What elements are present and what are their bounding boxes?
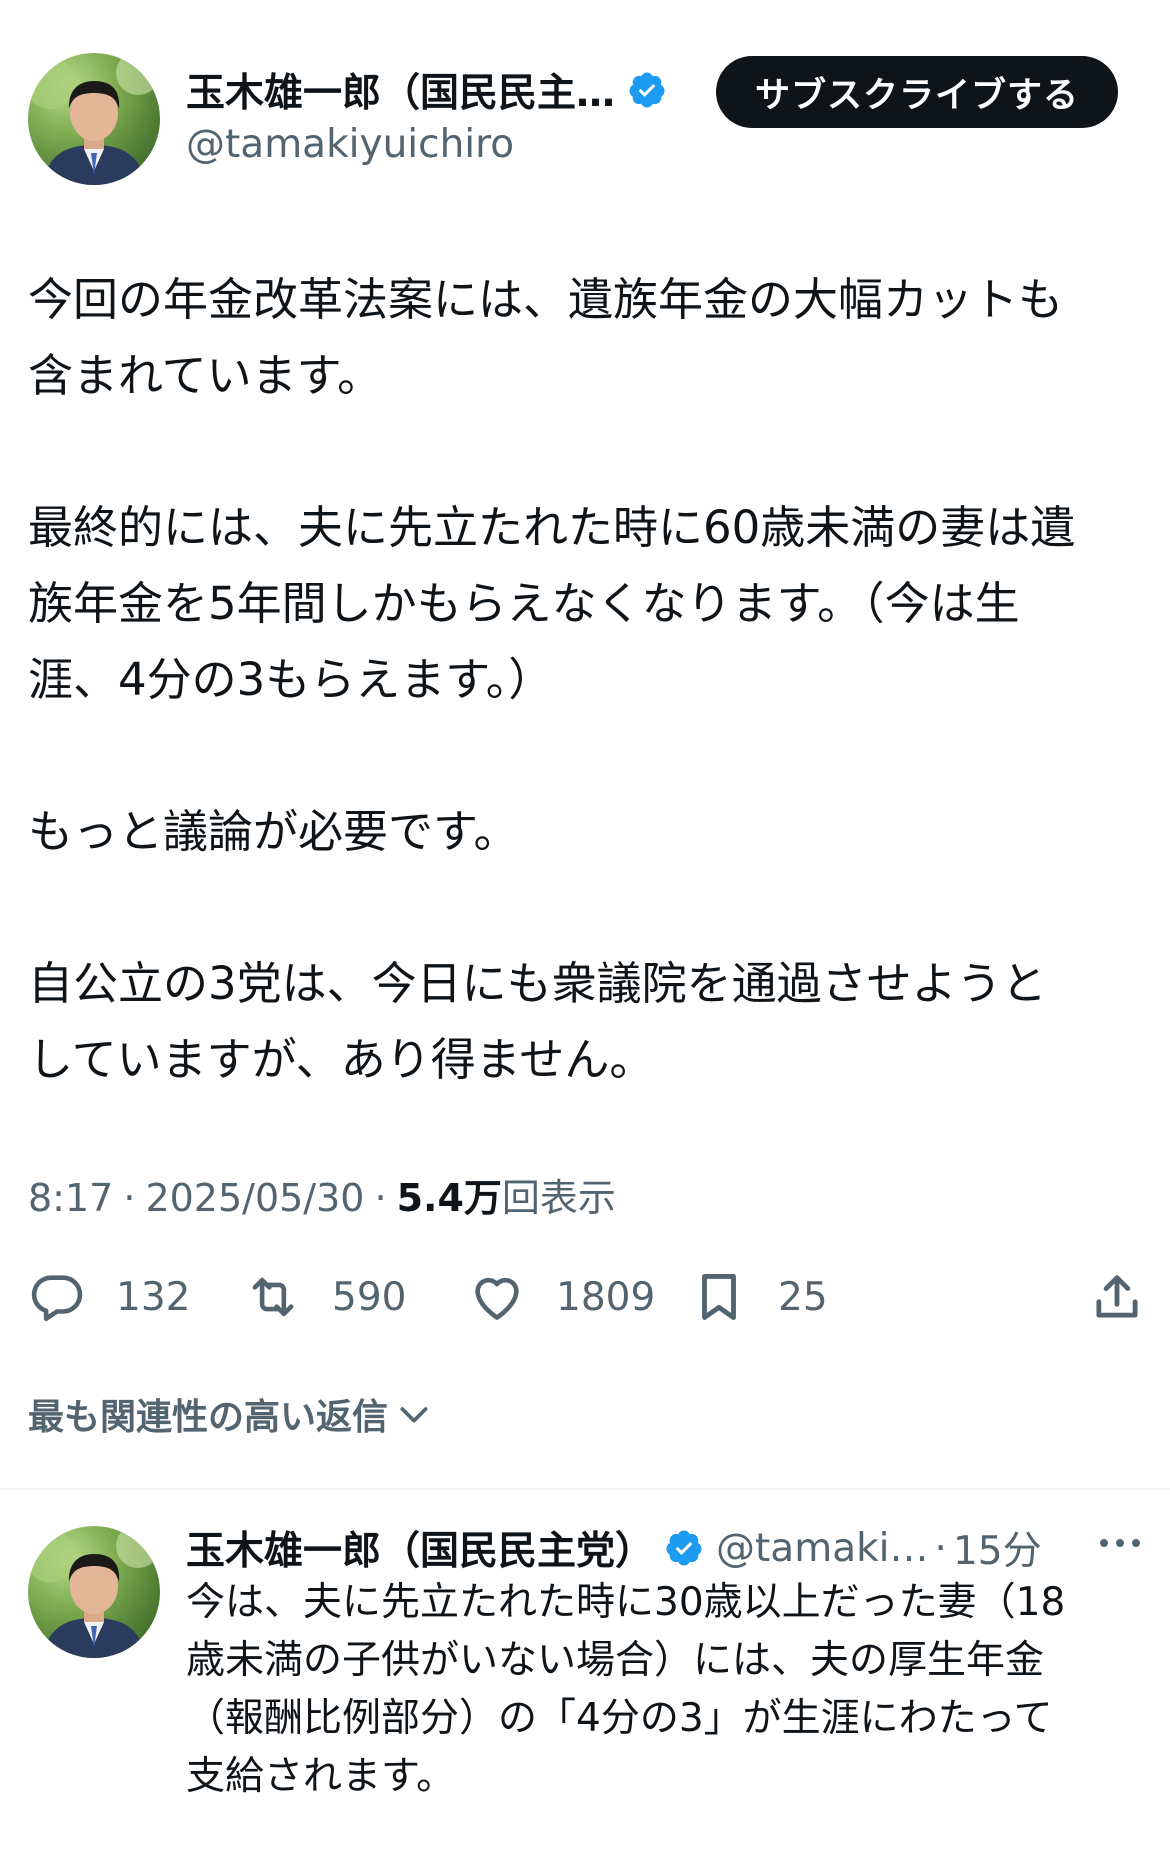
author-display-name[interactable]: 玉木雄一郎（国民民主… xyxy=(186,62,615,118)
like-button[interactable]: 1809 xyxy=(468,1262,655,1332)
reply-button[interactable]: 132 xyxy=(28,1262,190,1332)
tweet-line: もっと議論が必要です。 xyxy=(28,805,519,858)
divider xyxy=(0,1488,1170,1490)
replies-sort-label: 最も関連性の高い返信 xyxy=(28,1397,389,1438)
avatar-portrait xyxy=(28,1526,160,1658)
retweet-button[interactable]: 590 xyxy=(244,1262,406,1332)
tweet-time[interactable]: 8:17 xyxy=(28,1176,113,1220)
bookmark-icon xyxy=(702,1274,736,1320)
tweet-line: 最終的には、夫に先立たれた時に60歳未満の妻は遺 xyxy=(28,501,1076,554)
author-avatar[interactable] xyxy=(28,53,160,185)
retweet-count: 590 xyxy=(332,1274,407,1320)
share-icon xyxy=(1096,1275,1138,1318)
verified-badge-icon xyxy=(629,72,665,108)
reply-line: （報酬比例部分）の「4分の3」が生涯にわたって xyxy=(186,1696,1053,1741)
verified-badge-icon xyxy=(666,1530,702,1566)
author-name-row[interactable]: 玉木雄一郎（国民民主… xyxy=(186,62,667,118)
reply-author-avatar[interactable] xyxy=(28,1526,160,1658)
tweet-line: 今回の年金改革法案には、遺族年金の大幅カットも xyxy=(28,273,1064,326)
reply-line: 支給されます。 xyxy=(186,1754,456,1799)
subscribe-button[interactable]: サブスクライブする xyxy=(716,56,1118,128)
tweet-line: 涯、4分の3もらえます。） xyxy=(28,653,554,706)
reply-count: 132 xyxy=(116,1274,191,1320)
meta-separator: · xyxy=(123,1176,136,1220)
tweet-line: 族年金を5年間しかもらえなくなります。（今は生 xyxy=(28,577,1020,630)
reply-text: 今は、夫に先立たれた時に30歳以上だった妻（18 歳未満の子供がいない場合）には… xyxy=(186,1574,1146,1806)
tweet-line: 含まれています。 xyxy=(28,349,383,402)
views-label: 回表示 xyxy=(501,1176,616,1220)
bookmark-button[interactable]: 25 xyxy=(690,1262,828,1332)
tweet-line: していますが、あり得ません。 xyxy=(28,1033,655,1086)
reply-time[interactable]: 15分 xyxy=(953,1520,1042,1576)
replies-sort-dropdown[interactable]: 最も関連性の高い返信 xyxy=(28,1388,434,1440)
views-count[interactable]: 5.4万 xyxy=(397,1167,502,1222)
reply-icon xyxy=(31,1275,83,1322)
tweet-line: 自公立の3党は、今日にも衆議院を通過させようと xyxy=(28,957,1047,1010)
chevron-down-icon xyxy=(400,1407,428,1423)
reply-line: 歳未満の子供がいない場合）には、夫の厚生年金 xyxy=(186,1638,1045,1683)
reply-handle[interactable]: @tamaki… xyxy=(716,1526,929,1571)
share-button[interactable] xyxy=(1088,1262,1146,1332)
tweet-meta: 8:17 · 2025/05/30 · 5.4万 回表示 xyxy=(28,1167,616,1222)
retweet-icon xyxy=(252,1277,294,1317)
like-count: 1809 xyxy=(556,1274,656,1320)
meta-separator: · xyxy=(374,1176,387,1220)
reply-header: 玉木雄一郎（国民民主党） @tamaki… · 15分 xyxy=(186,1520,1042,1576)
author-handle[interactable]: @tamakiyuichiro xyxy=(186,122,514,167)
reply-separator: · xyxy=(934,1525,947,1571)
bookmark-count: 25 xyxy=(778,1274,828,1320)
avatar-portrait xyxy=(28,53,160,185)
action-bar: 132 590 1809 25 xyxy=(28,1262,1146,1332)
tweet-date[interactable]: 2025/05/30 xyxy=(145,1176,364,1220)
reply-display-name[interactable]: 玉木雄一郎（国民民主党） xyxy=(186,1520,654,1576)
tweet-text: 今回の年金改革法案には、遺族年金の大幅カットも 含まれています。 最終的には、夫… xyxy=(28,262,1153,1098)
more-icon[interactable] xyxy=(1095,1528,1145,1558)
like-icon xyxy=(475,1277,519,1320)
reply-line: 今は、夫に先立たれた時に30歳以上だった妻（18 xyxy=(186,1580,1066,1625)
